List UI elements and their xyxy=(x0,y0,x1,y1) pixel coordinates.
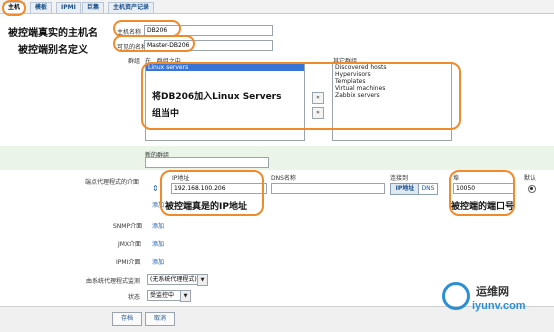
default-radio[interactable] xyxy=(528,185,536,193)
proxy-label: 由系统代理程式监测 xyxy=(86,278,141,285)
save-button[interactable]: 存档 xyxy=(112,312,142,326)
tab-inventory[interactable]: 主机资产记录 xyxy=(108,2,155,13)
cancel-button[interactable]: 取消 xyxy=(145,312,175,326)
annotation-add-to-group: 将DB206加入Linux Servers xyxy=(152,92,282,102)
watermark-text-en: iyunv.com xyxy=(472,300,526,312)
tab-ipmi[interactable]: IPMI xyxy=(56,2,81,13)
add-snmp-link[interactable]: 添加 xyxy=(152,221,164,230)
agent-interfaces-label: 端点代理程式的介面 xyxy=(85,179,140,186)
snmp-label: SNMP介面 xyxy=(113,223,143,230)
annotation-alias: 被控端别名定义 xyxy=(18,45,88,56)
radio-dot-icon xyxy=(530,187,533,190)
tab-bar: 主机 模板 IPMI 巨集 主机资产记录 xyxy=(0,0,554,14)
annotation-real-ip: 被控端真是的IP地址 xyxy=(165,202,247,212)
form-footer: 存档 取消 xyxy=(0,306,554,332)
proxy-select-value: (无系统代理程式) xyxy=(150,276,197,283)
chevron-down-icon[interactable]: ▼ xyxy=(197,274,208,286)
status-select[interactable]: 受监控中 xyxy=(147,290,181,301)
tab-templates[interactable]: 模板 xyxy=(30,2,53,13)
annotation-add-to-group-2: 组当中 xyxy=(152,109,180,119)
add-ipmi-link[interactable]: 添加 xyxy=(152,257,164,266)
annotation-real-host-name: 被控端真实的主机名 xyxy=(8,28,98,39)
highlight-tab xyxy=(2,0,26,16)
highlight-visible-name xyxy=(113,35,195,52)
new-group-band xyxy=(0,146,554,170)
add-jmx-link[interactable]: 添加 xyxy=(152,239,164,248)
groups-label: 群组 xyxy=(128,58,141,65)
new-group-input[interactable] xyxy=(145,157,269,168)
status-label: 状态 xyxy=(128,294,141,301)
drag-handle-icon[interactable]: ⇕ xyxy=(152,184,159,193)
status-select-value: 受监控中 xyxy=(150,292,175,299)
chevron-down-icon[interactable]: ▼ xyxy=(180,290,191,302)
annotation-port: 被控端的端口号 xyxy=(451,202,515,212)
dns-column-header: DNS名称 xyxy=(271,175,296,182)
connect-dns-toggle[interactable]: DNS xyxy=(418,183,438,195)
watermark-logo-icon xyxy=(442,282,470,310)
watermark-text-cn: 运维网 xyxy=(476,285,509,298)
jmx-label: JMX介面 xyxy=(118,241,142,248)
dns-name-input[interactable] xyxy=(271,183,385,194)
ipmi-label: IPMI介面 xyxy=(116,259,141,266)
connect-ip-toggle[interactable]: IP地址 xyxy=(390,183,420,195)
default-column-header: 默认 xyxy=(524,175,537,182)
connect-to-column-header: 连接到 xyxy=(390,175,409,182)
tab-macros[interactable]: 巨集 xyxy=(82,2,105,13)
